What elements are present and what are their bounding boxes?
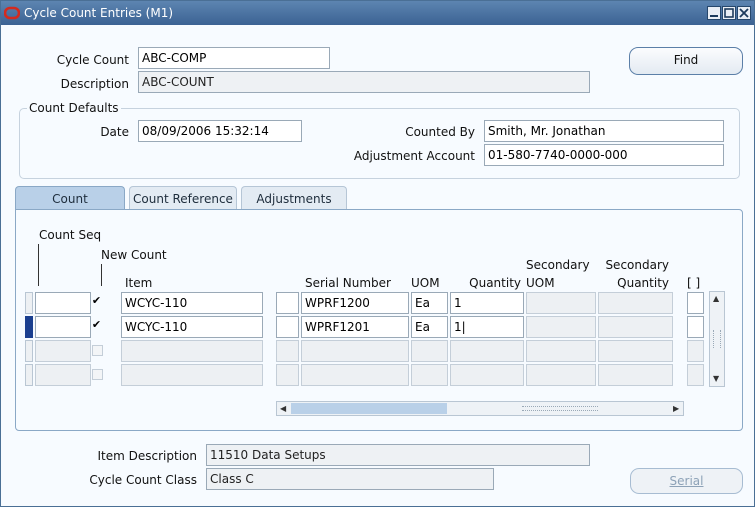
adjustment-account-label: Adjustment Account [353,149,475,163]
description-field[interactable]: ABC-COUNT [138,71,590,93]
header-flexfield: [ ] [687,276,701,290]
current-row-indicator[interactable] [25,316,33,338]
header-secondary-uom-2: UOM [526,276,555,290]
header-serial-number: Serial Number [305,276,391,290]
secondary-uom-cell[interactable] [526,292,596,314]
header-new-count: New Count [101,248,167,262]
cycle-count-class-label: Cycle Count Class [89,473,197,487]
flexfield-cell[interactable] [687,292,704,314]
uom-cell[interactable] [411,364,448,386]
serial-cell[interactable] [301,340,409,362]
tab-count-reference[interactable]: Count Reference [129,186,237,210]
quantity-cell[interactable]: 1| [450,316,524,338]
window-title: Cycle Count Entries (M1) [24,6,174,20]
cycle-count-label: Cycle Count [56,53,129,67]
count-seq-cell[interactable] [35,364,91,386]
new-count-checkbox[interactable] [92,345,103,356]
uom-cell[interactable]: Ea [411,316,448,338]
item-cell[interactable]: WCYC-110 [121,316,263,338]
secondary-quantity-cell[interactable] [598,316,673,338]
horizontal-scrollbar[interactable]: ◀ ▶ [276,401,684,416]
scroll-up-icon[interactable]: ▲ [713,295,719,303]
row-indicator[interactable] [25,364,33,386]
title-bar[interactable]: Cycle Count Entries (M1) [1,1,754,25]
secondary-uom-cell[interactable] [526,364,596,386]
tab-count[interactable]: Count [15,186,125,211]
item-cell[interactable] [121,340,263,362]
maximize-icon[interactable] [722,6,736,20]
find-button[interactable]: Find [629,47,743,75]
secondary-quantity-cell[interactable] [598,364,673,386]
item-description-label: Item Description [97,449,197,463]
header-secondary-quantity-2: Quantity [617,276,669,290]
scroll-left-icon[interactable]: ◀ [280,405,286,413]
scroll-down-icon[interactable]: ▼ [713,375,719,383]
item-rev-cell[interactable] [276,364,299,386]
uom-cell[interactable]: Ea [411,292,448,314]
serial-cell[interactable]: WPRF1200 [301,292,409,314]
item-description-field[interactable]: 11510 Data Setups [206,444,590,466]
description-label: Description [60,77,129,91]
counted-by-field[interactable]: Smith, Mr. Jonathan [484,120,724,142]
header-count-seq-leader [38,244,39,286]
scroll-right-icon[interactable]: ▶ [673,405,679,413]
scroll-thumb[interactable] [291,403,447,414]
cycle-count-class-field[interactable]: Class C [206,468,494,490]
header-secondary-uom-1: Secondary [526,258,590,272]
new-count-checkbox[interactable]: ✔ [91,295,102,307]
serial-button[interactable]: Serial [630,468,743,494]
flexfield-cell[interactable] [687,340,704,362]
quantity-cell[interactable] [450,340,524,362]
counted-by-label: Counted By [405,125,475,139]
uom-cell[interactable] [411,340,448,362]
header-count-seq: Count Seq [39,228,102,242]
adjustment-account-field[interactable]: 01-580-7740-0000-000 [484,144,724,166]
row-indicator[interactable] [25,292,33,314]
close-icon[interactable] [737,6,751,20]
header-item: Item [125,276,153,290]
count-defaults-label: Count Defaults [27,101,121,115]
cycle-count-field[interactable]: ABC-COMP [138,47,330,69]
header-secondary-quantity-1: Secondary [605,258,669,272]
new-count-checkbox[interactable]: ✔ [91,319,102,331]
count-seq-cell[interactable] [35,340,91,362]
item-cell[interactable]: WCYC-110 [121,292,263,314]
secondary-quantity-cell[interactable] [598,340,673,362]
flexfield-cell[interactable] [687,364,704,386]
secondary-uom-cell[interactable] [526,340,596,362]
serial-cell[interactable] [301,364,409,386]
secondary-uom-cell[interactable] [526,316,596,338]
header-uom: UOM [411,276,440,290]
row-indicator[interactable] [25,340,33,362]
quantity-cell[interactable] [450,364,524,386]
new-count-checkbox[interactable] [92,369,103,380]
minimize-icon[interactable] [707,6,721,20]
scroll-grip-icon[interactable] [713,330,721,348]
quantity-cell[interactable]: 1 [450,292,524,314]
count-seq-cell[interactable] [35,292,91,314]
date-field[interactable]: 08/09/2006 15:32:14 [138,120,302,142]
window: Cycle Count Entries (M1) Cycle Count ABC… [0,0,755,507]
oracle-logo-icon [3,5,21,21]
scroll-grip-icon[interactable] [522,406,598,411]
item-rev-cell[interactable] [276,340,299,362]
item-rev-cell[interactable] [276,292,299,314]
flexfield-cell[interactable] [687,316,704,338]
item-cell[interactable] [121,364,263,386]
header-quantity: Quantity [469,276,521,290]
count-seq-cell[interactable] [35,316,91,338]
tab-adjustments[interactable]: Adjustments [241,186,347,210]
secondary-quantity-cell[interactable] [598,292,673,314]
serial-cell[interactable]: WPRF1201 [301,316,409,338]
vertical-scrollbar[interactable]: ▲ ▼ [709,291,725,387]
header-new-count-leader [101,264,102,286]
item-rev-cell[interactable] [276,316,299,338]
date-label: Date [100,125,129,139]
